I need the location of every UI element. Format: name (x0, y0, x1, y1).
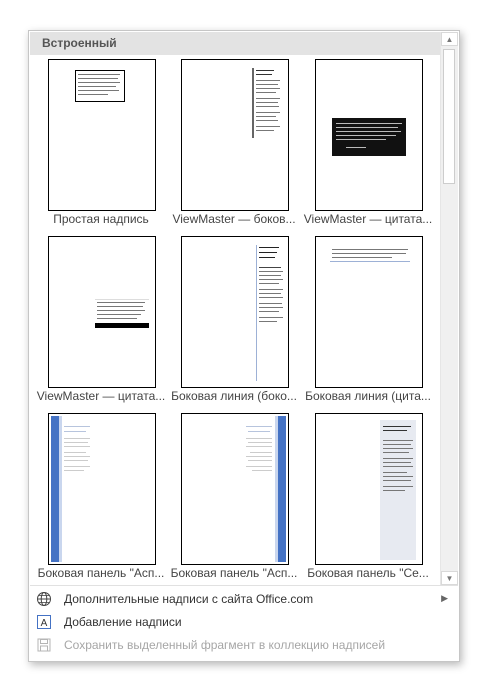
save-icon (37, 638, 51, 652)
svg-text:A: A (41, 618, 48, 629)
gallery-item-simple[interactable]: Простая надпись (34, 57, 168, 227)
gallery-caption: ViewMaster — цитата... (36, 389, 166, 403)
gallery-section-header: Встроенный (30, 32, 458, 55)
gallery-caption: ViewMaster — боков... (172, 212, 296, 226)
menu-separator (30, 585, 458, 586)
gallery-item-viewmaster-side[interactable]: ViewMaster — боков... (167, 57, 301, 227)
gallery-caption: Боковая панель "Асп... (37, 566, 165, 580)
scroll-up-icon[interactable]: ▲ (441, 32, 458, 46)
thumbnail-line-side (181, 236, 289, 388)
scroll-thumb[interactable] (443, 49, 455, 184)
thumbnail-viewmaster-quote (315, 59, 423, 211)
text-box-icon: A (37, 615, 51, 629)
gallery-item-grid-panel[interactable]: Боковая панель "Се... (301, 411, 435, 581)
gallery-caption: Боковая линия (боко... (171, 389, 297, 403)
draw-textbox-item[interactable]: A Добавление надписи (30, 612, 458, 634)
thumbnail-aspect-left (48, 413, 156, 565)
gallery-grid: Простая надпись ViewMaster — боков... Vi… (29, 55, 439, 585)
thumbnail-aspect-right (181, 413, 289, 565)
scroll-down-icon[interactable]: ▼ (441, 571, 458, 585)
gallery-caption: Простая надпись (53, 212, 149, 226)
text-box-gallery-panel: Встроенный Простая надпись ViewMaster — … (28, 30, 460, 662)
thumbnail-viewmaster-quote-bar (48, 236, 156, 388)
gallery-item-viewmaster-quote-bar[interactable]: ViewMaster — цитата... (34, 234, 168, 404)
gallery-caption: Боковая панель "Се... (307, 566, 429, 580)
thumbnail-simple (48, 59, 156, 211)
more-textboxes-online-label: Дополнительные надписи с сайта Office.co… (64, 592, 314, 606)
save-selection-label: Сохранить выделенный фрагмент в коллекци… (64, 638, 386, 652)
gallery-caption: ViewMaster — цитата... (303, 212, 433, 226)
gallery-item-aspect-right[interactable]: Боковая панель "Асп... (167, 411, 301, 581)
thumbnail-grid-panel (315, 413, 423, 565)
gallery-item-line-side[interactable]: Боковая линия (боко... (167, 234, 301, 404)
thumbnail-line-quote (315, 236, 423, 388)
thumbnail-viewmaster-side (181, 59, 289, 211)
save-selection-to-gallery-item[interactable]: Сохранить выделенный фрагмент в коллекци… (30, 635, 458, 657)
section-title: Встроенный (42, 36, 117, 50)
gallery-scrollbar[interactable]: ▲ ▼ (440, 32, 458, 585)
globe-icon (37, 592, 51, 606)
gallery-caption: Боковая панель "Асп... (170, 566, 298, 580)
gallery-item-line-quote[interactable]: Боковая линия (цита... (301, 234, 435, 404)
gallery-item-aspect-left[interactable]: Боковая панель "Асп... (34, 411, 168, 581)
draw-textbox-label: Добавление надписи (64, 615, 182, 629)
submenu-arrow-icon: ▶ (441, 593, 448, 603)
gallery-caption: Боковая линия (цита... (305, 389, 431, 403)
gallery-item-viewmaster-quote-dark[interactable]: ViewMaster — цитата... (301, 57, 435, 227)
more-textboxes-online-item[interactable]: Дополнительные надписи с сайта Office.co… (30, 589, 458, 611)
